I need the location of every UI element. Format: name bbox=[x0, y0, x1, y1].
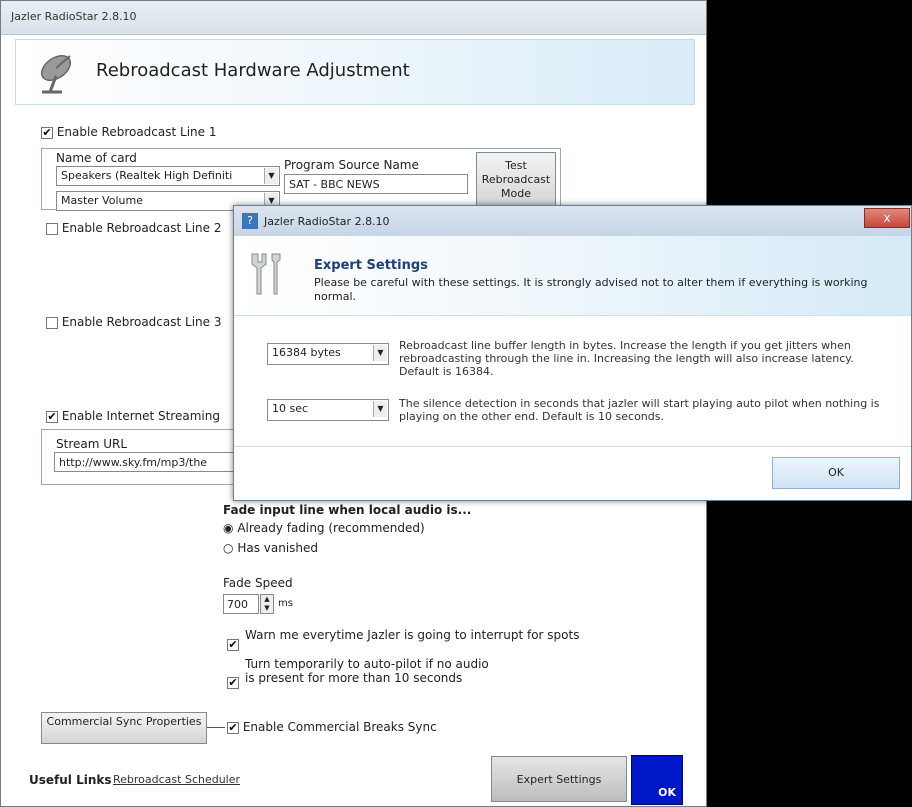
tools-icon bbox=[251, 253, 281, 295]
fade-speed-label: Fade Speed bbox=[223, 576, 293, 590]
fade-speed-unit: ms bbox=[278, 598, 293, 609]
dialog-banner: Expert Settings Please be careful with t… bbox=[234, 236, 911, 316]
expert-settings-dialog: ? Jazler RadioStar 2.8.10 x Expert Setti… bbox=[233, 205, 912, 501]
close-button[interactable]: x bbox=[864, 208, 910, 228]
streaming-group: Stream URL http://www.sky.fm/mp3/the bbox=[41, 429, 242, 485]
dialog-divider bbox=[234, 446, 911, 447]
line1-checkbox[interactable]: ✔ bbox=[41, 126, 53, 139]
card-select-value: Speakers (Realtek High Definiti bbox=[61, 169, 233, 182]
chevron-down-icon[interactable]: ▼ bbox=[373, 401, 387, 417]
silence-detection-value: 10 sec bbox=[272, 402, 309, 415]
commercial-sync-checkbox[interactable]: ✔ bbox=[227, 721, 239, 734]
program-source-label: Program Source Name bbox=[284, 158, 419, 172]
useful-links-label: Useful Links bbox=[29, 773, 112, 787]
test-rebroadcast-button[interactable]: Test Rebroadcast Mode bbox=[476, 152, 556, 208]
fade-speed-stepper[interactable]: ▲ ▼ bbox=[260, 594, 274, 614]
buffer-length-description: Rebroadcast line buffer length in bytes.… bbox=[399, 339, 854, 378]
stream-url-label: Stream URL bbox=[56, 437, 128, 451]
commercial-sync-label: Enable Commercial Breaks Sync bbox=[242, 720, 437, 734]
line2-checkbox[interactable] bbox=[46, 222, 58, 235]
page-header: Rebroadcast Hardware Adjustment bbox=[15, 39, 695, 105]
chevron-down-icon[interactable]: ▼ bbox=[373, 345, 387, 361]
line1-group: Name of card Speakers (Realtek High Defi… bbox=[41, 148, 561, 211]
line3-checkbox-row[interactable]: Enable Rebroadcast Line 3 bbox=[46, 315, 221, 329]
radio-selected-icon[interactable]: ◉ bbox=[223, 521, 233, 535]
buffer-length-select[interactable]: 16384 bytes ▼ bbox=[267, 343, 389, 365]
main-titlebar[interactable]: Jazler RadioStar 2.8.10 bbox=[1, 1, 706, 35]
streaming-label: Enable Internet Streaming bbox=[61, 409, 220, 423]
warn-checkbox[interactable]: ✔ bbox=[227, 639, 239, 651]
expert-settings-button[interactable]: Expert Settings bbox=[491, 756, 627, 802]
line3-label: Enable Rebroadcast Line 3 bbox=[61, 315, 222, 329]
line1-label: Enable Rebroadcast Line 1 bbox=[56, 125, 217, 139]
commercial-sync-properties-button[interactable]: Commercial Sync Properties bbox=[41, 712, 207, 744]
stream-url-input[interactable]: http://www.sky.fm/mp3/the bbox=[54, 452, 242, 472]
line1-checkbox-row[interactable]: ✔ Enable Rebroadcast Line 1 bbox=[41, 125, 216, 139]
dialog-ok-button[interactable]: OK bbox=[772, 457, 900, 489]
dialog-titlebar[interactable]: ? Jazler RadioStar 2.8.10 x bbox=[234, 206, 911, 236]
line3-checkbox[interactable] bbox=[46, 316, 58, 329]
fade-option-vanished-label: Has vanished bbox=[237, 541, 319, 555]
autopilot-label: Turn temporarily to auto-pilot if no aud… bbox=[245, 657, 489, 685]
rebroadcast-scheduler-link[interactable]: Rebroadcast Scheduler bbox=[113, 773, 240, 786]
app-icon: ? bbox=[242, 213, 258, 229]
dialog-title: Jazler RadioStar 2.8.10 bbox=[264, 215, 390, 228]
ok-button[interactable]: OK bbox=[631, 755, 683, 805]
volume-select-value: Master Volume bbox=[61, 194, 143, 207]
expert-settings-heading: Expert Settings bbox=[314, 258, 428, 273]
fade-option-already-label: Already fading (recommended) bbox=[237, 521, 425, 535]
connector-line bbox=[207, 727, 225, 728]
silence-detection-description: The silence detection in seconds that ja… bbox=[399, 397, 880, 423]
radio-unselected-icon[interactable]: ○ bbox=[223, 541, 233, 555]
line2-label: Enable Rebroadcast Line 2 bbox=[61, 221, 222, 235]
commercial-sync-checkbox-row[interactable]: ✔ Enable Commercial Breaks Sync bbox=[227, 720, 437, 734]
satellite-dish-icon bbox=[40, 54, 72, 94]
window-title: Jazler RadioStar 2.8.10 bbox=[11, 10, 137, 23]
streaming-checkbox-row[interactable]: ✔ Enable Internet Streaming bbox=[46, 409, 220, 423]
expert-settings-description: Please be careful with these settings. I… bbox=[314, 276, 868, 303]
fade-heading: Fade input line when local audio is... bbox=[223, 503, 472, 517]
warn-label: Warn me everytime Jazler is going to int… bbox=[245, 628, 580, 642]
silence-detection-select[interactable]: 10 sec ▼ bbox=[267, 399, 389, 421]
test-rebroadcast-label: Test Rebroadcast Mode bbox=[481, 159, 551, 200]
autopilot-checkbox[interactable]: ✔ bbox=[227, 677, 239, 689]
page-title: Rebroadcast Hardware Adjustment bbox=[96, 60, 410, 81]
streaming-checkbox[interactable]: ✔ bbox=[46, 410, 58, 423]
buffer-length-value: 16384 bytes bbox=[272, 346, 341, 359]
fade-option-vanished[interactable]: ○ Has vanished bbox=[223, 541, 318, 555]
fade-speed-input[interactable]: 700 bbox=[223, 594, 259, 614]
program-source-input[interactable]: SAT - BBC NEWS bbox=[284, 174, 468, 194]
chevron-down-icon[interactable]: ▼ bbox=[264, 168, 278, 184]
name-of-card-label: Name of card bbox=[56, 151, 137, 165]
fade-option-already[interactable]: ◉ Already fading (recommended) bbox=[223, 521, 425, 535]
line2-checkbox-row[interactable]: Enable Rebroadcast Line 2 bbox=[46, 221, 221, 235]
card-select[interactable]: Speakers (Realtek High Definiti ▼ bbox=[56, 166, 280, 186]
